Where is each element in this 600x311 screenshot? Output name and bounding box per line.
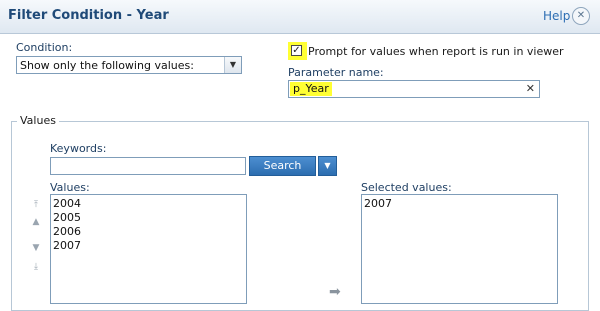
list-item[interactable]: 2006	[53, 225, 81, 238]
move-right-arrow-icon[interactable]: ➡	[329, 284, 341, 300]
move-bottom-icon[interactable]: ⤓	[29, 261, 43, 273]
dialog-title: Filter Condition - Year	[8, 8, 169, 23]
keywords-label: Keywords:	[50, 142, 107, 155]
selected-values-listbox[interactable]: 2007	[361, 194, 558, 304]
condition-selected-value: Show only the following values:	[20, 59, 194, 72]
list-item[interactable]: 2007	[53, 239, 81, 252]
help-link[interactable]: Help	[543, 9, 570, 23]
prompt-label[interactable]: Prompt for values when report is run in …	[308, 45, 564, 58]
values-label: Values:	[50, 181, 90, 194]
move-down-icon[interactable]: ▼	[29, 242, 43, 254]
search-options-chevron-icon[interactable]: ▼	[318, 156, 337, 176]
chevron-down-icon[interactable]: ▼	[224, 57, 241, 73]
prompt-checkbox-highlight: ✓	[288, 42, 307, 60]
parameter-name-label: Parameter name:	[288, 66, 384, 79]
values-listbox[interactable]: 2004 2005 2006 2007	[50, 194, 247, 304]
dialog-titlebar: Filter Condition - Year Help ✕	[0, 0, 600, 34]
search-button[interactable]: Search	[249, 156, 316, 176]
parameter-name-value[interactable]: p_Year	[290, 82, 332, 96]
filter-condition-dialog: Filter Condition - Year Help ✕ Condition…	[0, 0, 600, 311]
move-up-icon[interactable]: ▲	[29, 216, 43, 228]
values-legend: Values	[17, 114, 59, 127]
clear-icon[interactable]: ✕	[526, 82, 535, 95]
parameter-name-field[interactable]: p_Year ✕	[288, 80, 540, 98]
move-top-icon[interactable]: ⤒	[29, 199, 43, 211]
condition-select[interactable]: Show only the following values: ▼	[16, 56, 242, 74]
prompt-checkbox[interactable]: ✓	[291, 45, 302, 56]
list-item[interactable]: 2005	[53, 211, 81, 224]
close-icon[interactable]: ✕	[572, 7, 590, 25]
keywords-input[interactable]	[50, 157, 246, 175]
list-item[interactable]: 2007	[364, 197, 392, 210]
selected-values-label: Selected values:	[361, 181, 452, 194]
condition-label: Condition:	[16, 41, 73, 54]
list-item[interactable]: 2004	[53, 197, 81, 210]
